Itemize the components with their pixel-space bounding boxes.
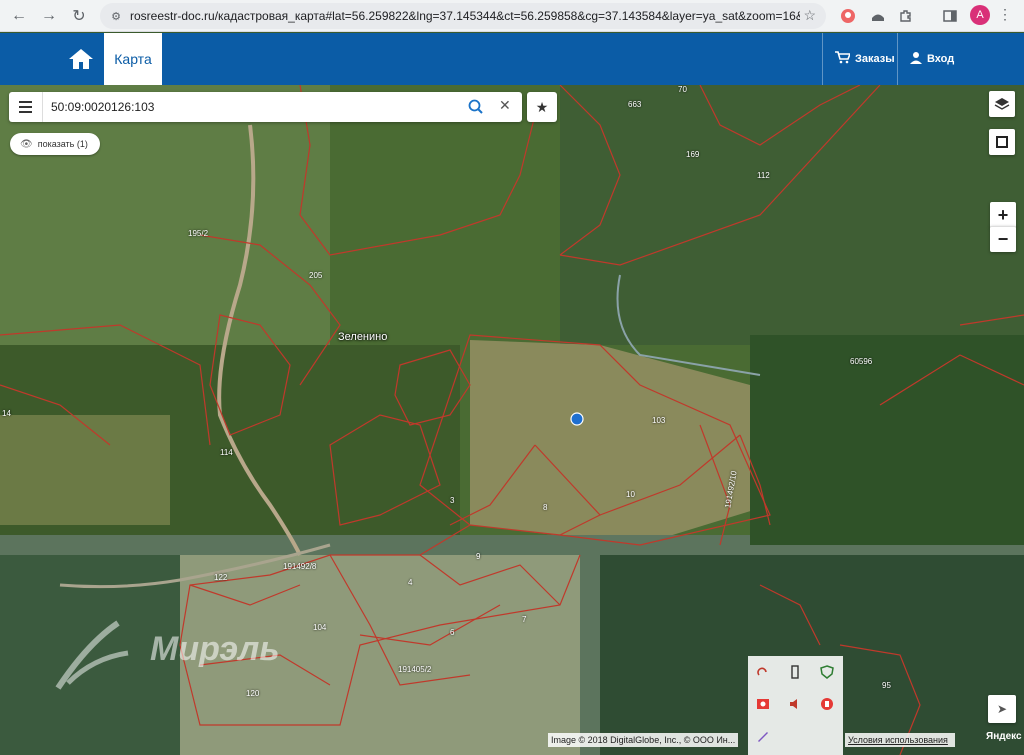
parcel-label[interactable]: 7 [522, 615, 526, 624]
pen-tool-icon[interactable] [752, 725, 774, 747]
parcel-label[interactable]: 10 [626, 490, 635, 499]
parcel-label[interactable]: 205 [309, 271, 322, 280]
eye-icon: 👁 [20, 138, 33, 150]
orders-link[interactable]: Заказы [822, 33, 897, 85]
parcel-label[interactable]: 114 [220, 448, 233, 457]
search-icon[interactable] [467, 98, 485, 116]
terms-of-use-link[interactable]: Условия использования [845, 733, 955, 747]
site-header: Карта Заказы Вход [0, 33, 1024, 85]
parcel-label[interactable]: 9 [476, 552, 480, 561]
show-results-label: показать (1) [37, 139, 88, 149]
map-attribution: Image © 2018 DigitalGlobe, Inc., © ООО И… [548, 733, 739, 747]
stop-tool-icon[interactable] [816, 693, 838, 715]
user-icon [910, 51, 922, 68]
star-icon[interactable]: ★ [527, 92, 557, 122]
parcel-label[interactable]: 191492/8 [283, 562, 316, 571]
close-icon[interactable]: ✕ [499, 97, 511, 114]
terms-label: Условия использования [848, 735, 948, 745]
address-bar[interactable]: ⚙ rosreestr-doc.ru/кадастровая_карта#lat… [100, 3, 826, 29]
watermark-text: Мирэль [150, 630, 280, 668]
url-text: rosreestr-doc.ru/кадастровая_карта#lat=5… [130, 9, 800, 23]
parcel-label[interactable]: 8 [543, 503, 547, 512]
zoom-out-button[interactable]: − [990, 226, 1016, 252]
forward-arrow-icon[interactable]: → [34, 2, 64, 30]
parcel-label[interactable]: 112 [757, 171, 770, 180]
map-tools-panel [748, 656, 843, 755]
record-tool-icon[interactable] [752, 693, 774, 715]
site-info-icon[interactable]: ⚙ [108, 8, 124, 24]
extension-icon[interactable] [838, 6, 858, 26]
browser-toolbar: ← → ↻ ⚙ rosreestr-doc.ru/кадастровая_кар… [0, 0, 1024, 32]
parcel-label[interactable]: 6 [450, 628, 454, 637]
layers-icon[interactable] [989, 91, 1015, 117]
sidepanel-icon[interactable] [940, 6, 960, 26]
parcel-label[interactable]: 169 [686, 150, 699, 159]
parcel-label[interactable]: 60596 [850, 357, 872, 366]
redo-tool-icon[interactable] [752, 661, 774, 683]
locate-icon[interactable]: ➤ [988, 695, 1016, 723]
cart-icon [835, 50, 852, 68]
orders-label: Заказы [855, 53, 895, 65]
show-results-button[interactable]: 👁 показать (1) [10, 133, 100, 155]
village-label: Зеленино [338, 331, 388, 343]
hamburger-icon[interactable] [9, 92, 43, 122]
square-icon[interactable] [989, 129, 1015, 155]
parcel-label[interactable]: 122 [214, 573, 227, 582]
cadastral-map[interactable]: Зеленино 663 70 169 112 195/2 205 60596 … [0, 85, 1024, 755]
parcel-label[interactable]: 95 [882, 681, 891, 690]
kebab-menu-icon[interactable]: ⋮ [998, 6, 1012, 23]
parcel-label[interactable]: 70 [678, 85, 687, 94]
zoom-in-button[interactable]: + [990, 202, 1016, 228]
tab-map[interactable]: Карта [104, 33, 162, 85]
avatar[interactable]: A [970, 5, 990, 25]
parcel-label[interactable]: 4 [408, 578, 412, 587]
bookmark-star-icon[interactable]: ☆ [803, 7, 816, 24]
parcel-label[interactable]: 663 [628, 100, 641, 109]
extension-icon[interactable] [868, 6, 888, 26]
parcel-label[interactable]: 191405/2 [398, 665, 431, 674]
parcel-label[interactable]: 14 [2, 409, 11, 418]
yandex-logo: Яндекс [986, 731, 1022, 742]
search-bar: ✕ [9, 92, 522, 122]
search-input[interactable] [43, 93, 443, 121]
shield-tool-icon[interactable] [816, 661, 838, 683]
parcel-label[interactable]: 195/2 [188, 229, 208, 238]
back-arrow-icon[interactable]: ← [4, 2, 34, 30]
login-label: Вход [927, 53, 955, 65]
extension-icon[interactable] [896, 6, 916, 26]
parcel-label[interactable]: 103 [652, 416, 665, 425]
home-icon[interactable] [62, 43, 100, 75]
parcel-label[interactable]: 3 [450, 496, 454, 505]
reload-icon[interactable]: ↻ [64, 2, 94, 30]
eraser-tool-icon[interactable] [784, 661, 806, 683]
login-link[interactable]: Вход [897, 33, 1024, 85]
volume-tool-icon[interactable] [784, 693, 806, 715]
